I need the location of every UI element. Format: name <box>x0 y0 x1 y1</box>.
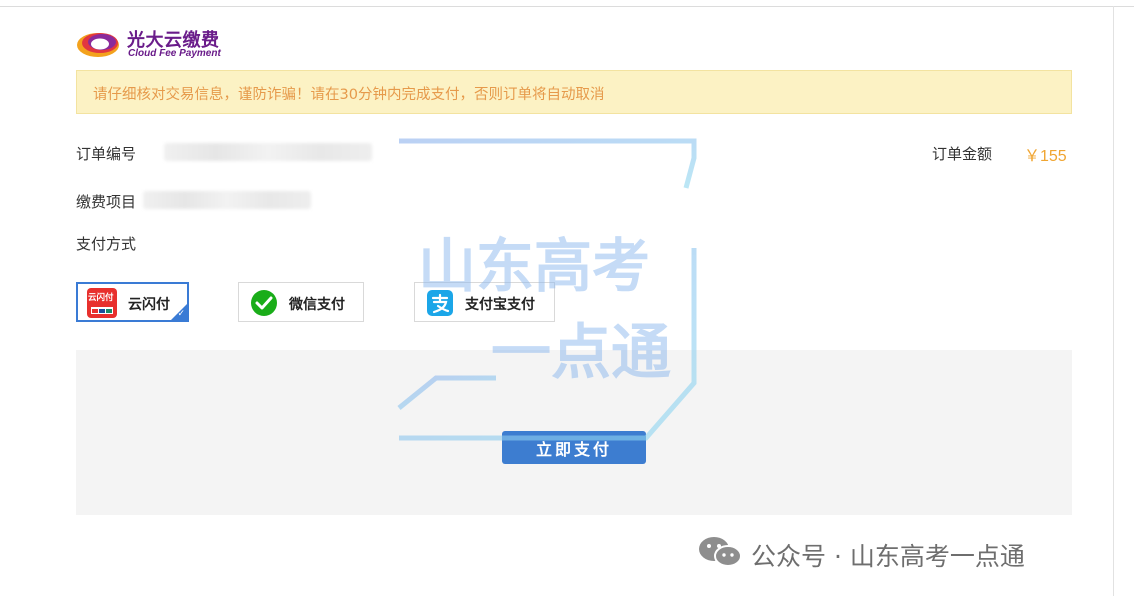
warning-notice-text: 请仔细核对交易信息，谨防诈骗！请在30分钟内完成支付，否则订单将自动取消 <box>93 87 605 103</box>
unionpay-quickpass-icon: 云闪付 <box>87 288 117 318</box>
wechat-pay-icon <box>250 289 278 321</box>
order-number-label: 订单编号 <box>76 145 137 163</box>
top-divider <box>0 6 1134 7</box>
wechat-logo-icon <box>699 537 742 567</box>
order-amount-value: ￥155 <box>1024 148 1067 165</box>
brand-name-en: Cloud Fee Payment <box>128 48 221 59</box>
unionpay-icon-text: 云闪付 <box>88 293 114 303</box>
pay-option-wechat-label: 微信支付 <box>289 297 345 313</box>
payment-item-label: 缴费项目 <box>76 193 137 211</box>
payment-item-value-redacted <box>143 191 311 209</box>
brand-logo: 光大云缴费 Cloud Fee Payment <box>76 26 246 62</box>
right-divider <box>1113 6 1114 596</box>
pay-now-button[interactable]: 立即支付 <box>502 431 646 464</box>
pay-option-unionpay-label: 云闪付 <box>128 297 170 313</box>
cloud-logo-icon <box>77 33 119 57</box>
checkmark-icon: ✓ <box>177 309 185 319</box>
pay-option-wechat[interactable]: 微信支付 <box>238 282 364 322</box>
order-number-value-redacted <box>164 143 372 161</box>
pay-option-alipay-label: 支付宝支付 <box>465 297 535 313</box>
payment-method-label: 支付方式 <box>76 235 137 253</box>
pay-option-alipay[interactable]: 支付宝支付 <box>414 282 555 322</box>
footer-account-text: 公众号 · 山东高考一点通 <box>751 542 1025 571</box>
warning-notice: 请仔细核对交易信息，谨防诈骗！请在30分钟内完成支付，否则订单将自动取消 <box>76 70 1072 114</box>
order-amount-label: 订单金额 <box>932 145 993 163</box>
pay-option-unionpay[interactable]: 云闪付 云闪付 ✓ <box>76 282 189 322</box>
alipay-icon <box>427 290 453 320</box>
